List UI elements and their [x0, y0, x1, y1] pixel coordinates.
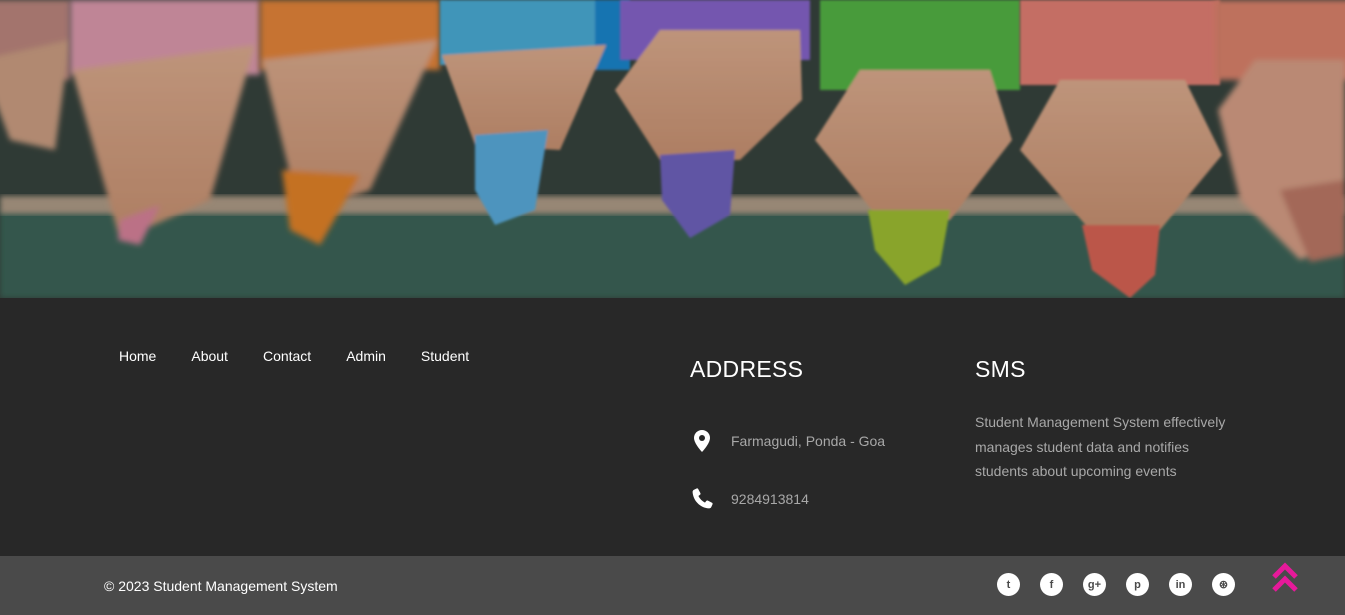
address-location-row: Farmagudi, Ponda - Goa [690, 429, 930, 453]
linkedin-icon[interactable]: in [1169, 573, 1192, 596]
footer-nav-home[interactable]: Home [119, 348, 156, 364]
sms-description: Student Management System effectively ma… [975, 414, 1226, 479]
footer-bottom-bar: © 2023 Student Management System t f g+ … [0, 556, 1345, 615]
dribbble-icon[interactable]: ⊛ [1212, 573, 1235, 596]
address-heading: ADDRESS [690, 356, 804, 382]
address-phone-text: 9284913814 [731, 491, 809, 507]
twitter-icon[interactable]: t [997, 573, 1020, 596]
address-location-text: Farmagudi, Ponda - Goa [731, 433, 886, 449]
map-marker-icon [690, 429, 714, 453]
sms-heading: SMS [975, 356, 1026, 382]
double-chevron-up-icon[interactable] [1271, 562, 1299, 594]
footer-nav-about[interactable]: About [191, 348, 228, 364]
address-section: ADDRESS Farmagudi, Ponda - Goa 928491381… [690, 356, 930, 511]
footer-nav-student[interactable]: Student [421, 348, 469, 364]
address-phone-row: 9284913814 [690, 487, 930, 511]
social-links: t f g+ p in ⊛ [997, 573, 1255, 596]
hero-banner-image [0, 0, 1345, 298]
footer-nav-contact[interactable]: Contact [263, 348, 311, 364]
google-plus-icon[interactable]: g+ [1083, 573, 1106, 596]
footer-nav-admin[interactable]: Admin [346, 348, 386, 364]
facebook-icon[interactable]: f [1040, 573, 1063, 596]
footer: Home About Contact Admin Student ADDRESS… [0, 298, 1345, 556]
phone-icon [690, 487, 714, 511]
copyright-text: © 2023 Student Management System [104, 578, 338, 594]
footer-nav: Home About Contact Admin Student [119, 348, 504, 364]
pinterest-icon[interactable]: p [1126, 573, 1149, 596]
sms-section: SMS Student Management System effectivel… [975, 356, 1245, 484]
